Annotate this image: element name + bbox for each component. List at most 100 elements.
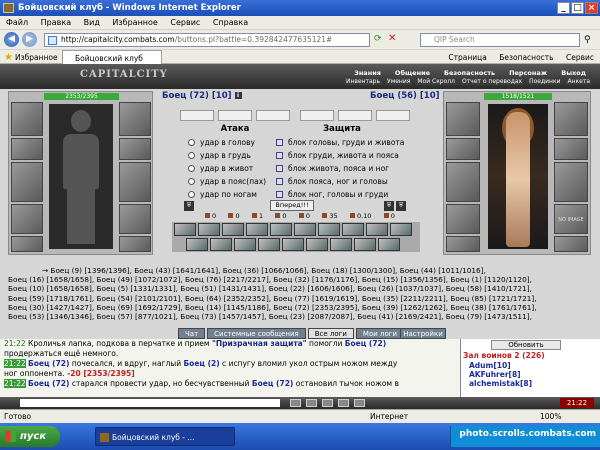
back-button[interactable]: ◀ xyxy=(4,32,19,47)
skill-icon[interactable] xyxy=(270,223,292,236)
weapon-slot[interactable] xyxy=(11,162,43,202)
security-menu[interactable]: Безопасность xyxy=(499,53,553,62)
stop-icon[interactable]: ✕ xyxy=(388,33,396,44)
tab-fightclub[interactable]: Бойцовский клуб xyxy=(62,50,162,65)
skill-icon[interactable] xyxy=(186,238,208,251)
helmet-slot[interactable] xyxy=(11,102,43,136)
maximize-button[interactable]: □ xyxy=(571,2,584,14)
menu-security[interactable]: Безопасность xyxy=(444,69,495,77)
defense-4[interactable]: блок пояса, ног и головы xyxy=(276,176,388,187)
tools-menu[interactable]: Сервис xyxy=(566,53,594,62)
tab-settings[interactable]: Настройки xyxy=(400,328,446,339)
boots-slot[interactable] xyxy=(554,236,588,252)
fighter-list-row[interactable]: Боец (30) [1427/1427], Боец (69) [1692/1… xyxy=(8,303,598,312)
skill-icon[interactable] xyxy=(294,223,316,236)
armor-slot[interactable] xyxy=(446,204,480,234)
search-input[interactable]: QIP Search xyxy=(420,33,580,47)
zoom-level[interactable]: 100% xyxy=(540,410,561,424)
update-button[interactable]: Обновить xyxy=(491,340,561,350)
skill-icon[interactable] xyxy=(174,223,196,236)
amulet-slot[interactable] xyxy=(446,138,480,160)
skill-icon[interactable] xyxy=(258,238,280,251)
menu-profile[interactable]: Анкета xyxy=(565,78,592,85)
favorites-star-icon[interactable]: ★ xyxy=(4,51,13,64)
defense-1[interactable]: блок головы, груди и живота xyxy=(276,137,404,148)
left-fighter-name[interactable]: Боец (72) [10] i xyxy=(162,91,242,101)
menu-favorites[interactable]: Избранное xyxy=(112,18,157,27)
menu-edit[interactable]: Правка xyxy=(41,18,71,27)
defense-2[interactable]: блок груди, живота и пояса xyxy=(276,150,399,161)
ring-slot[interactable] xyxy=(119,138,151,160)
skill-icon[interactable] xyxy=(342,223,364,236)
gloves-slot[interactable] xyxy=(119,204,151,234)
skill-icon[interactable] xyxy=(306,238,328,251)
filter-icon[interactable] xyxy=(338,399,349,407)
skill-icon[interactable] xyxy=(246,223,268,236)
attack-head[interactable]: удар в голову xyxy=(188,137,255,148)
menu-knowledge[interactable]: Знания xyxy=(354,69,381,77)
skill-icon[interactable] xyxy=(282,238,304,251)
defense-3[interactable]: блок живота, пояса и ног xyxy=(276,163,389,174)
menu-view[interactable]: Вид xyxy=(84,18,100,27)
favorites-label[interactable]: Избранное xyxy=(15,50,58,65)
fighter-list-row[interactable]: Боец (10) [1658/1658], Боец (5) [1331/13… xyxy=(8,284,598,293)
belt-slot[interactable] xyxy=(11,236,43,252)
menu-battles[interactable]: Поединки xyxy=(527,78,563,85)
close-button[interactable]: × xyxy=(585,2,598,14)
attack-legs[interactable]: удар по ногам xyxy=(188,189,257,200)
shield-slot[interactable] xyxy=(119,162,151,202)
url-input[interactable]: http://capitalcity.combats.com/buttons.p… xyxy=(44,33,370,47)
shield-slot[interactable] xyxy=(554,162,588,202)
earring-slot[interactable] xyxy=(554,102,588,136)
belt-slot[interactable] xyxy=(446,236,480,252)
translit-icon[interactable] xyxy=(354,399,365,407)
weapon-slot[interactable] xyxy=(446,162,480,202)
skill-icon[interactable] xyxy=(330,238,352,251)
menu-tools[interactable]: Сервис xyxy=(170,18,200,27)
skill-icon[interactable] xyxy=(234,238,256,251)
search-icon[interactable]: ⚲ xyxy=(584,34,596,46)
skill-icon[interactable] xyxy=(354,238,376,251)
online-user[interactable]: alchemistak[8] xyxy=(469,379,532,388)
smile-icon[interactable] xyxy=(290,399,301,407)
fighter-list-row[interactable]: → Боец (9) [1396/1396], Боец (43) [1641/… xyxy=(8,266,598,275)
tab-my-logs[interactable]: Мои логи xyxy=(355,328,404,339)
menu-skills[interactable]: Умения xyxy=(385,78,413,85)
minimize-button[interactable]: _ xyxy=(557,2,570,14)
forward-button[interactable]: Вперед!!! xyxy=(270,200,314,211)
page-menu[interactable]: Страница xyxy=(448,53,486,62)
forward-button[interactable]: ▶ xyxy=(22,32,37,47)
attack-belly[interactable]: удар в живот xyxy=(188,163,253,174)
fighter-list-row[interactable]: Боец (59) [1718/1761], Боец (54) [2101/2… xyxy=(8,294,598,303)
attack-chest[interactable]: удар в грудь xyxy=(188,150,251,161)
right-fighter-name[interactable]: Боец (56) [10] i xyxy=(370,91,450,101)
skill-icon[interactable] xyxy=(378,238,400,251)
fighter-list-row[interactable]: Боец (53) [1346/1346], Боец (57) [877/10… xyxy=(8,312,598,321)
skill-icon[interactable] xyxy=(366,223,388,236)
amulet-slot[interactable] xyxy=(11,138,43,160)
skill-icon[interactable] xyxy=(318,223,340,236)
armor-slot[interactable] xyxy=(11,204,43,234)
menu-inventory[interactable]: Инвентарь xyxy=(343,78,383,85)
skill-icon[interactable] xyxy=(198,223,220,236)
fighter-list-row[interactable]: Боец (16) [1658/1658], Боец (49) [1072/1… xyxy=(8,275,598,284)
menu-character[interactable]: Персонаж xyxy=(509,69,547,77)
skill-icon[interactable] xyxy=(390,223,412,236)
menu-scroll[interactable]: Мой Скролл xyxy=(415,78,457,85)
tab-all-logs[interactable]: Все логи xyxy=(307,328,354,339)
menu-exit[interactable]: Выход xyxy=(561,69,586,77)
helmet-slot[interactable] xyxy=(446,102,480,136)
start-button[interactable]: пуск xyxy=(0,426,60,447)
menu-help[interactable]: Справка xyxy=(213,18,248,27)
earring-slot[interactable] xyxy=(119,102,151,136)
menu-file[interactable]: Файл xyxy=(6,18,28,27)
refresh-icon[interactable]: ⟳ xyxy=(374,34,382,44)
menu-transfers[interactable]: Отчет о переводах xyxy=(459,78,525,85)
online-user[interactable]: Adum[10] xyxy=(469,361,532,370)
menu-chat[interactable]: Общение xyxy=(395,69,430,77)
defense-5[interactable]: блок ног, головы и груди xyxy=(276,189,388,200)
chat-input[interactable] xyxy=(20,399,280,407)
tab-chat[interactable]: Чат xyxy=(178,328,206,339)
info-icon[interactable]: i xyxy=(234,92,242,99)
attack-waist[interactable]: удар в пояс(пах) xyxy=(188,176,266,187)
